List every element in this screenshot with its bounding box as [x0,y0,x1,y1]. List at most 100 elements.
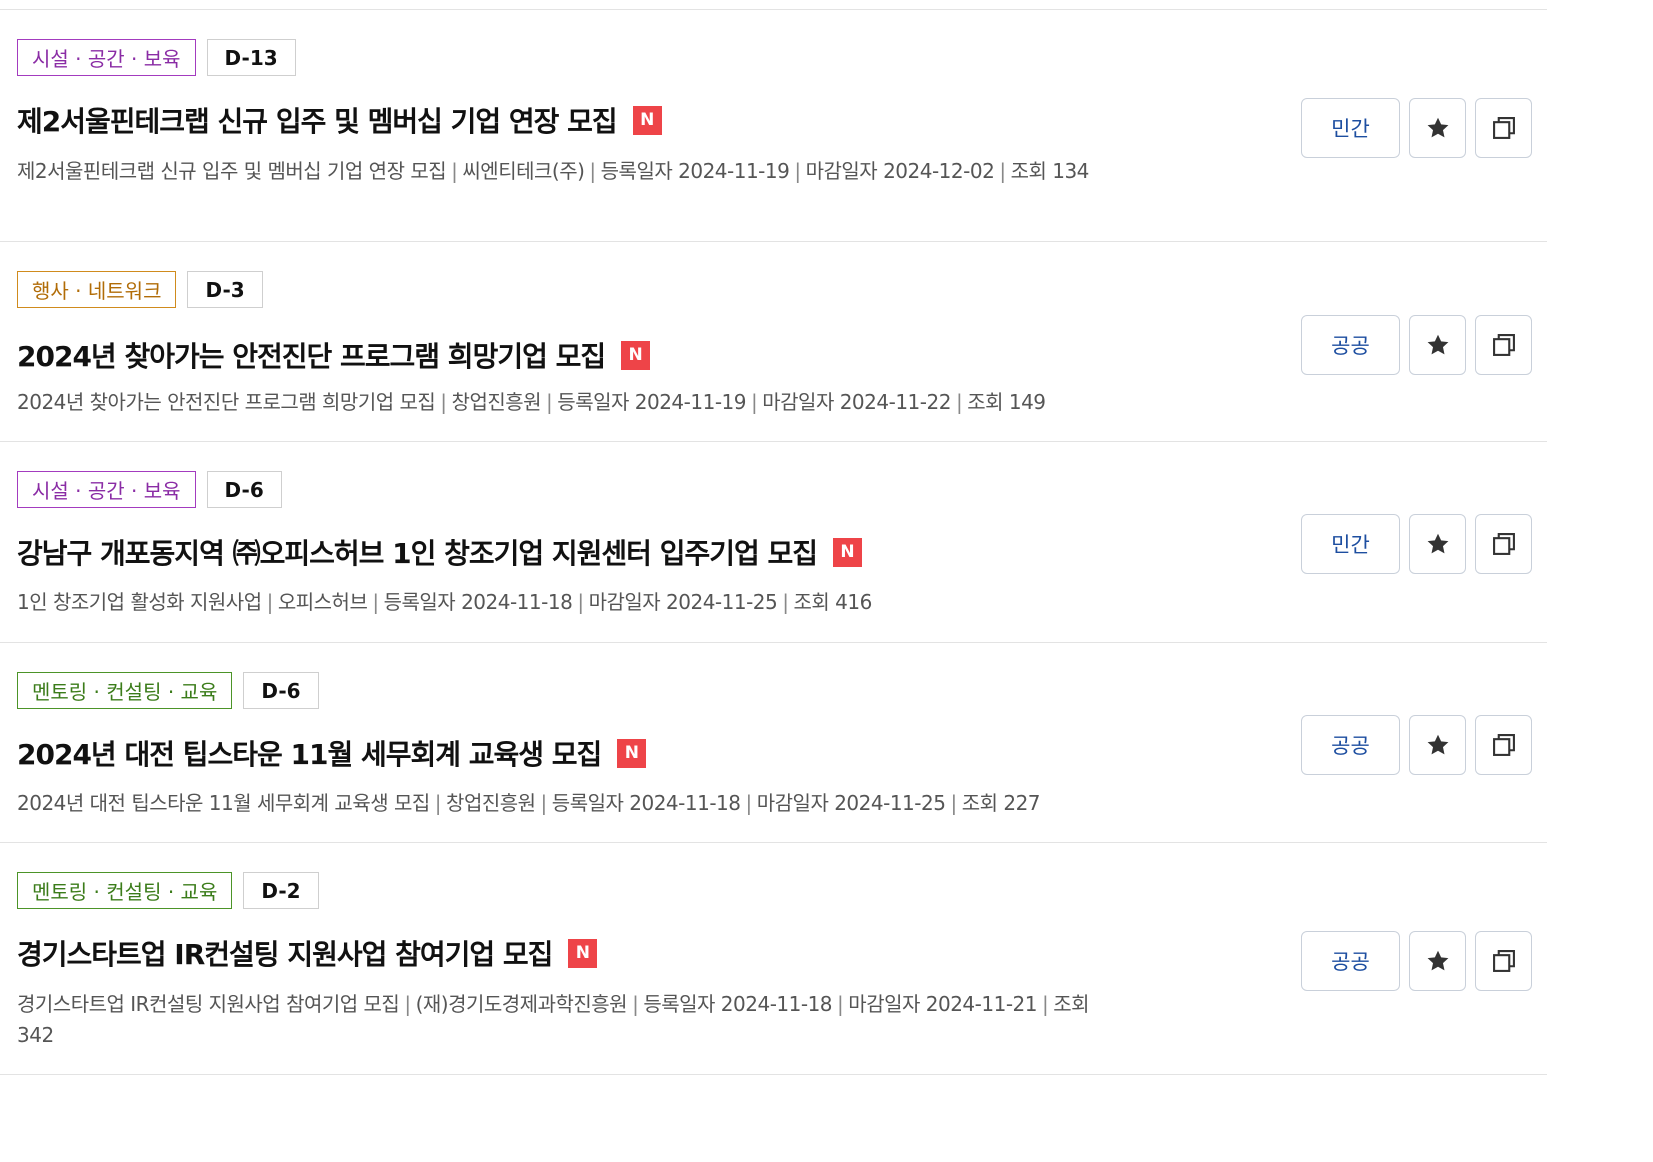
item-title[interactable]: 강남구 개포동지역 ㈜오피스허브 1인 창조기업 지원센터 입주기업 모집 N [17,532,863,572]
list-item[interactable]: 시설 · 공간 · 보육 D-13 제2서울핀테크랩 신규 입주 및 멤버십 기… [0,10,1547,242]
meta-divider: | [955,390,963,414]
new-badge: N [833,537,863,567]
tag-group: 행사 · 네트워크 D-3 [17,271,263,308]
new-badge: N [568,938,598,968]
meta-deadline: 마감일자 2024-11-25 [588,590,778,614]
copy-icon [1492,533,1515,555]
item-meta: 1인 창조기업 활성화 지원사업 | 오피스허브 | 등록일자 2024-11-18 | 마… [17,587,1107,618]
list-item[interactable]: 행사 · 네트워크 D-3 2024년 찾아가는 안전진단 프로그램 희망기업 … [0,242,1547,442]
meta-divider: | [434,791,442,815]
meta-divider: | [540,791,548,815]
tag-group: 멘토링 · 컨설팅 · 교육 D-6 [17,672,319,709]
category-tag: 시설 · 공간 · 보육 [17,39,196,76]
dday-tag: D-6 [206,471,282,508]
list-item[interactable]: 멘토링 · 컨설팅 · 교육 D-2 경기스타트업 IR컨설팅 지원사업 참여기… [0,843,1547,1075]
copy-button[interactable] [1475,514,1532,574]
meta-divider: | [577,590,584,614]
meta-divider: | [999,159,1006,183]
favorite-button[interactable] [1409,98,1466,158]
dday-tag: D-3 [187,271,263,308]
item-title[interactable]: 제2서울핀테크랩 신규 입주 및 멤버십 기업 연장 모집 N [17,100,662,140]
meta-divider: | [782,590,789,614]
list-item[interactable]: 시설 · 공간 · 보육 D-6 강남구 개포동지역 ㈜오피스허브 1인 창조기… [0,442,1547,643]
item-actions: 민간 [1301,98,1532,158]
meta-deadline: 마감일자 2024-11-22 [762,390,951,414]
meta-organization: 오피스허브 [277,590,368,614]
list-item[interactable]: 멘토링 · 컨설팅 · 교육 D-6 2024년 대전 팁스타운 11월 세무회… [0,643,1547,843]
favorite-button[interactable] [1409,715,1466,775]
item-title[interactable]: 2024년 대전 팁스타운 11월 세무회계 교육생 모집 N [17,733,647,773]
type-button[interactable]: 민간 [1301,514,1400,574]
category-tag: 시설 · 공간 · 보육 [17,471,196,508]
type-button[interactable]: 민간 [1301,98,1400,158]
meta-divider: | [632,992,639,1016]
meta-registration-date: 등록일자 2024-11-19 [600,159,790,183]
category-tag: 멘토링 · 컨설팅 · 교육 [17,872,233,909]
meta-organization: 창업진흥원 [451,390,542,414]
meta-organization: 창업진흥원 [446,791,536,815]
item-title-text[interactable]: 2024년 찾아가는 안전진단 프로그램 희망기업 모집 [17,335,606,375]
type-button[interactable]: 공공 [1301,931,1400,991]
copy-icon [1492,334,1515,356]
item-title[interactable]: 2024년 찾아가는 안전진단 프로그램 희망기업 모집 N [17,335,651,375]
star-icon [1427,334,1448,355]
meta-views: 조회 227 [961,791,1041,815]
meta-divider: | [745,791,753,815]
meta-divider: | [266,590,274,614]
tag-group: 멘토링 · 컨설팅 · 교육 D-2 [17,872,319,909]
meta-organization: (재)경기도경제과학진흥원 [415,992,628,1016]
meta-divider: | [589,159,596,183]
meta-registration-date: 등록일자 2024-11-18 [383,590,573,614]
meta-divider: | [751,390,758,414]
item-title[interactable]: 경기스타트업 IR컨설팅 지원사업 참여기업 모집 N [17,933,598,973]
item-title-text[interactable]: 2024년 대전 팁스타운 11월 세무회계 교육생 모집 [17,733,602,773]
meta-divider: | [451,159,458,183]
tag-group: 시설 · 공간 · 보육 D-13 [17,39,296,76]
meta-summary: 경기스타트업 IR컨설팅 지원사업 참여기업 모집 [17,992,400,1016]
meta-views: 조회 416 [793,590,873,614]
meta-summary: 2024년 찾아가는 안전진단 프로그램 희망기업 모집 [17,390,436,414]
dday-tag: D-2 [243,872,319,909]
copy-button[interactable] [1475,315,1532,375]
new-badge: N [632,105,662,135]
meta-deadline: 마감일자 2024-11-21 [848,992,1037,1016]
favorite-button[interactable] [1409,931,1466,991]
copy-button[interactable] [1475,715,1532,775]
dday-tag: D-13 [206,39,296,76]
item-title-text[interactable]: 경기스타트업 IR컨설팅 지원사업 참여기업 모집 [17,933,553,973]
category-tag: 행사 · 네트워크 [17,271,177,308]
new-badge: N [621,340,651,370]
meta-summary: 제2서울핀테크랩 신규 입주 및 멤버십 기업 연장 모집 [17,159,447,183]
item-title-text[interactable]: 강남구 개포동지역 ㈜오피스허브 1인 창조기업 지원센터 입주기업 모집 [17,532,818,572]
meta-organization: 씨엔티테크(주) [462,159,585,183]
meta-divider: | [440,390,447,414]
meta-deadline: 마감일자 2024-11-25 [756,791,946,815]
favorite-button[interactable] [1409,315,1466,375]
type-button[interactable]: 공공 [1301,315,1400,375]
item-title-text[interactable]: 제2서울핀테크랩 신규 입주 및 멤버십 기업 연장 모집 [17,100,618,140]
new-badge: N [617,738,647,768]
meta-registration-date: 등록일자 2024-11-18 [643,992,833,1016]
meta-divider: | [837,992,844,1016]
copy-button[interactable] [1475,98,1532,158]
dday-tag: D-6 [243,672,319,709]
type-button[interactable]: 공공 [1301,715,1400,775]
meta-divider: | [546,390,553,414]
meta-summary: 2024년 대전 팁스타운 11월 세무회계 교육생 모집 [17,791,430,815]
item-meta: 2024년 찾아가는 안전진단 프로그램 희망기업 모집 | 창업진흥원 | 등록일자 … [17,387,1107,418]
favorite-button[interactable] [1409,514,1466,574]
item-meta: 경기스타트업 IR컨설팅 지원사업 참여기업 모집 | (재)경기도경제과학진흥원 |… [17,989,1107,1051]
item-meta: 2024년 대전 팁스타운 11월 세무회계 교육생 모집 | 창업진흥원 | 등록일자… [17,788,1107,819]
announcement-list: 시설 · 공간 · 보육 D-13 제2서울핀테크랩 신규 입주 및 멤버십 기… [0,9,1547,1075]
meta-divider: | [1042,992,1049,1016]
tag-group: 시설 · 공간 · 보육 D-6 [17,471,282,508]
copy-button[interactable] [1475,931,1532,991]
item-meta: 제2서울핀테크랩 신규 입주 및 멤버십 기업 연장 모집 | 씨엔티테크(주) | 등… [17,156,1107,187]
item-actions: 공공 [1301,315,1532,375]
meta-registration-date: 등록일자 2024-11-19 [557,390,746,414]
meta-deadline: 마감일자 2024-12-02 [805,159,995,183]
star-icon [1427,950,1448,971]
meta-views: 조회 149 [967,390,1046,414]
copy-icon [1492,117,1515,139]
meta-divider: | [404,992,411,1016]
